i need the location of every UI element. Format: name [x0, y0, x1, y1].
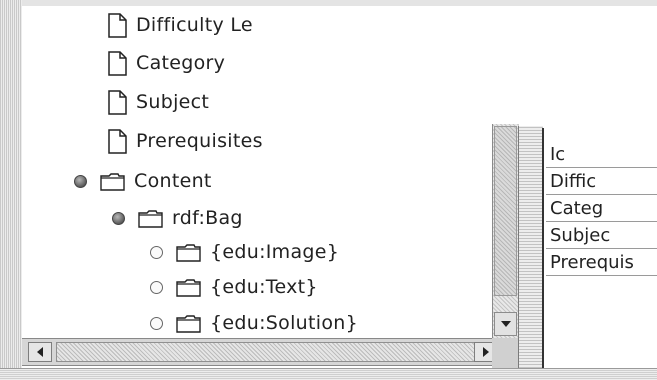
tree-horizontal-scrollbar[interactable] — [22, 338, 498, 366]
folder-icon — [176, 314, 201, 333]
tree-node-subject[interactable]: Subject — [108, 87, 209, 117]
tree-node-label: rdf:Bag — [172, 207, 243, 229]
tree-node-difficulty-level[interactable]: Difficulty Le — [108, 10, 253, 40]
window-left-border — [0, 0, 22, 372]
property-cell-subject[interactable]: Subjec — [546, 223, 657, 249]
tree-node-edu-image[interactable]: {edu:Image} — [150, 237, 339, 267]
tree-view[interactable]: Difficulty Le Category Subject Prerequis… — [22, 6, 492, 338]
application-window: Difficulty Le Category Subject Prerequis… — [0, 0, 657, 380]
tree-node-label: Content — [134, 170, 212, 192]
expand-handle-icon[interactable] — [112, 211, 125, 225]
property-cell-category[interactable]: Categ — [546, 196, 657, 222]
folder-icon — [176, 278, 201, 297]
scroll-down-button[interactable] — [494, 312, 517, 336]
expand-handle-icon[interactable] — [74, 174, 87, 188]
document-icon — [108, 50, 127, 76]
document-icon — [108, 89, 127, 115]
window-bottom-edge — [0, 368, 657, 380]
arrow-down-icon — [500, 321, 511, 327]
horizontal-scroll-thumb[interactable] — [56, 342, 476, 362]
folder-icon — [176, 243, 201, 262]
tree-node-label: Prerequisites — [136, 130, 263, 152]
property-cell-prerequisites[interactable]: Prerequis — [546, 250, 657, 276]
folder-icon — [100, 172, 125, 191]
tree-node-label: {edu:Image} — [210, 241, 340, 263]
tree-node-label: {edu:Text} — [210, 276, 318, 298]
tree-node-label: Difficulty Le — [136, 14, 253, 36]
scroll-left-button[interactable] — [28, 342, 52, 362]
tree-node-edu-text[interactable]: {edu:Text} — [150, 272, 318, 302]
tree-node-label: Category — [136, 52, 226, 74]
tree-node-label: Subject — [136, 91, 210, 113]
tree-node-rdf-bag[interactable]: rdf:Bag — [112, 203, 243, 233]
scrollbar-corner — [492, 338, 518, 368]
document-icon — [108, 12, 127, 38]
tree-node-prerequisites[interactable]: Prerequisites — [108, 126, 263, 156]
property-list-panel: Ic Diffic Categ Subjec Prerequis — [542, 128, 657, 368]
tree-node-category[interactable]: Category — [108, 48, 225, 78]
tree-node-edu-solution[interactable]: {edu:Solution} — [150, 308, 358, 338]
split-pane-divider[interactable] — [518, 126, 543, 368]
collapsed-handle-icon[interactable] — [150, 316, 163, 330]
vertical-scroll-thumb[interactable] — [494, 126, 517, 296]
tree-vertical-scrollbar[interactable] — [492, 124, 519, 338]
arrow-right-icon — [483, 347, 489, 357]
document-icon — [108, 128, 127, 154]
property-cell-id[interactable]: Ic — [546, 142, 657, 168]
tree-node-content[interactable]: Content — [74, 166, 212, 196]
collapsed-handle-icon[interactable] — [150, 245, 163, 259]
folder-icon — [138, 209, 163, 228]
property-cell-difficulty[interactable]: Diffic — [546, 169, 657, 195]
tree-node-label: {edu:Solution} — [210, 312, 358, 334]
arrow-left-icon — [37, 347, 43, 357]
collapsed-handle-icon[interactable] — [150, 280, 163, 294]
